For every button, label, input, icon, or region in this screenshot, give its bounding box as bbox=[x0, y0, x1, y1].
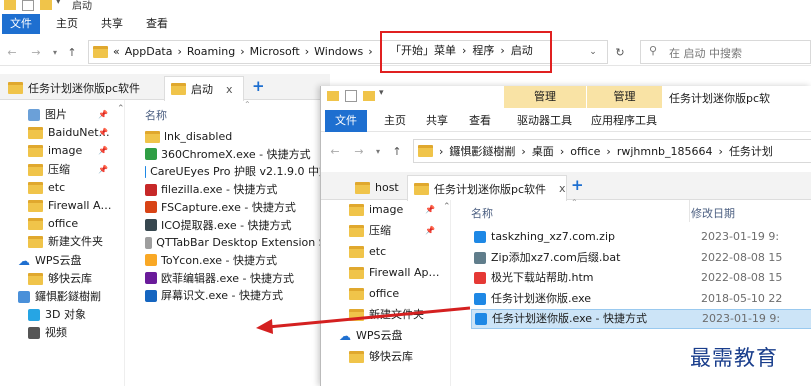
annotation-arrow bbox=[256, 306, 471, 334]
watermark: 最需教育 bbox=[690, 346, 778, 370]
arrow-shaft bbox=[267, 306, 471, 329]
arrow-head-icon bbox=[256, 319, 273, 334]
